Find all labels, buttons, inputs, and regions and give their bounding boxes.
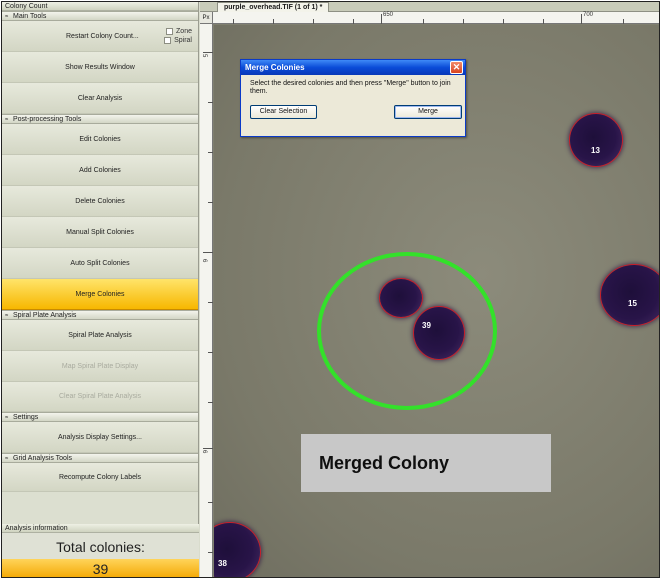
clear-analysis-button[interactable]: Clear Analysis <box>2 83 198 114</box>
button-label: Merge Colonies <box>75 291 125 298</box>
edit-colonies-button[interactable]: Edit Colonies <box>2 124 198 155</box>
ruler-tick <box>423 19 424 24</box>
merge-colonies-button[interactable]: Merge Colonies <box>2 279 198 310</box>
add-colonies-button[interactable]: Add Colonies <box>2 155 198 186</box>
checkbox-label: Spiral <box>174 37 192 44</box>
merge-colonies-dialog: Merge Colonies ✕ Select the desired colo… <box>240 59 466 137</box>
panel-title: Colony Count <box>2 2 198 11</box>
ruler-tick <box>208 402 213 403</box>
ruler-label: 700 <box>583 12 594 18</box>
map-spiral-plate-display-button: Map Spiral Plate Display <box>2 351 198 382</box>
ruler-tick <box>463 19 464 24</box>
button-label: Clear Spiral Plate Analysis <box>58 393 142 400</box>
ruler-tick <box>208 502 213 503</box>
horizontal-ruler: 650 700 <box>213 12 659 24</box>
ruler-tick <box>543 19 544 24</box>
auto-split-colonies-button[interactable]: Auto Split Colonies <box>2 248 198 279</box>
analysis-information: Analysis information Total colonies: 39 <box>2 524 199 577</box>
section-spiral-plate[interactable]: ≈ Spiral Plate Analysis <box>2 310 198 320</box>
ruler-tick <box>233 19 234 24</box>
ruler-tick <box>273 19 274 24</box>
vertical-ruler: 5 6 6 <box>200 12 213 577</box>
total-colonies-label: Total colonies: <box>56 539 145 555</box>
section-label: Settings <box>13 414 39 421</box>
dialog-title[interactable]: Merge Colonies <box>241 60 465 75</box>
clear-selection-button[interactable]: Clear Selection <box>250 105 317 119</box>
ruler-tick <box>203 252 213 253</box>
merge-highlight-circle <box>317 252 497 410</box>
button-label: Spiral Plate Analysis <box>68 332 132 339</box>
delete-colonies-button[interactable]: Delete Colonies <box>2 186 198 217</box>
checkbox-box-icon <box>166 27 174 35</box>
recompute-colony-labels-button[interactable]: Recompute Colony Labels <box>2 463 198 492</box>
ruler-unit: Px <box>200 12 213 24</box>
button-label: Auto Split Colonies <box>70 260 130 267</box>
show-results-window-button[interactable]: Show Results Window <box>2 52 198 83</box>
analysis-display-settings-button[interactable]: Analysis Display Settings... <box>2 422 198 453</box>
section-label: Grid Analysis Tools <box>13 455 73 462</box>
colony[interactable] <box>601 265 659 325</box>
button-label: Show Results Window <box>65 64 135 71</box>
button-label: Edit Colonies <box>79 136 121 143</box>
document-tabstrip: purple_overhead.TIF (1 of 1) * <box>200 2 659 12</box>
button-label: Map Spiral Plate Display <box>61 363 139 370</box>
section-label: Post-processing Tools <box>13 116 82 123</box>
spiral-plate-analysis-button[interactable]: Spiral Plate Analysis <box>2 320 198 351</box>
merge-button[interactable]: Merge <box>394 105 462 119</box>
ruler-label: 5 <box>201 54 207 58</box>
colony-count-panel: Colony Count ≈ Main Tools Restart Colony … <box>2 2 199 577</box>
ruler-tick <box>208 152 213 153</box>
ruler-tick <box>208 552 213 553</box>
ruler-tick <box>203 52 213 53</box>
ruler-tick <box>581 14 582 24</box>
manual-split-colonies-button[interactable]: Manual Split Colonies <box>2 217 198 248</box>
analysis-information-header: Analysis information <box>2 524 199 533</box>
section-grid-analysis[interactable]: ≈ Grid Analysis Tools <box>2 453 198 463</box>
section-label: Main Tools <box>13 13 47 20</box>
ruler-tick <box>623 19 624 24</box>
button-label: Recompute Colony Labels <box>58 474 142 481</box>
ruler-tick <box>208 202 213 203</box>
document-tab[interactable]: purple_overhead.TIF (1 of 1) * <box>217 2 330 12</box>
ruler-tick <box>381 14 382 24</box>
section-settings[interactable]: ≈ Settings <box>2 412 198 422</box>
ruler-label: 6 <box>201 259 207 263</box>
ruler-label: 6 <box>201 450 207 454</box>
checkbox-box-icon <box>164 36 172 44</box>
clear-spiral-plate-analysis-button: Clear Spiral Plate Analysis <box>2 382 198 412</box>
close-icon[interactable]: ✕ <box>450 61 463 74</box>
ruler-tick <box>203 448 213 449</box>
button-label: Delete Colonies <box>75 198 125 205</box>
button-label: Analysis Display Settings... <box>57 434 143 441</box>
checkbox-label: Zone <box>176 28 192 35</box>
button-label: Clear Analysis <box>77 95 123 102</box>
colony-label: 15 <box>628 299 637 308</box>
section-post-processing[interactable]: ≈ Post-processing Tools <box>2 114 198 124</box>
button-label: Add Colonies <box>79 167 121 174</box>
button-label: Restart Colony Count... <box>66 33 139 40</box>
colony-label: 38 <box>218 559 227 568</box>
spiral-checkbox[interactable]: Spiral <box>164 36 192 45</box>
ruler-label: 650 <box>383 12 394 18</box>
merged-colony-annotation: Merged Colony <box>301 434 551 492</box>
ruler-tick <box>503 19 504 24</box>
section-main-tools[interactable]: ≈ Main Tools <box>2 11 198 21</box>
ruler-tick <box>313 19 314 24</box>
button-label: Manual Split Colonies <box>66 229 134 236</box>
ruler-tick <box>353 19 354 24</box>
colony[interactable] <box>570 114 622 166</box>
restart-colony-count-button[interactable]: Restart Colony Count... Zone Spiral <box>2 21 198 52</box>
section-label: Spiral Plate Analysis <box>13 312 77 319</box>
colony[interactable] <box>214 523 260 577</box>
ruler-tick <box>208 352 213 353</box>
total-colonies-value: 39 <box>2 559 199 577</box>
ruler-tick <box>208 102 213 103</box>
zone-checkbox[interactable]: Zone <box>166 27 192 36</box>
ruler-tick <box>208 302 213 303</box>
colony-label: 13 <box>591 146 600 155</box>
plate-image-canvas[interactable]: 13 15 39 38 Merge Colonies ✕ Select the … <box>214 25 659 577</box>
dialog-message: Select the desired colonies and then pre… <box>250 80 451 95</box>
